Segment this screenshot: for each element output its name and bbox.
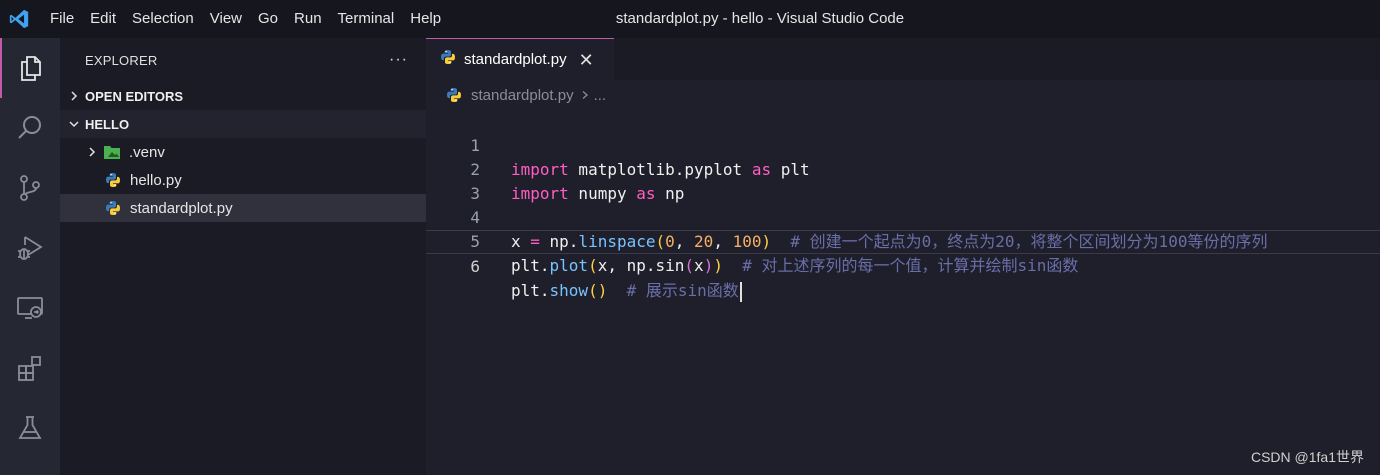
- code-line: 2 import numpy as np: [426, 134, 1380, 203]
- tab-bar: standardplot.py ✕: [426, 38, 1380, 80]
- menu-edit[interactable]: Edit: [82, 0, 124, 38]
- vscode-logo-icon: [0, 0, 38, 38]
- explorer-title: EXPLORER: [85, 52, 158, 68]
- close-icon[interactable]: ✕: [579, 51, 594, 69]
- code-line: 1 import matplotlib.pyplot as plt: [426, 110, 1380, 179]
- editor-area: standardplot.py ✕ standardplot.py ... 1 …: [426, 38, 1380, 475]
- section-open-editors[interactable]: OPEN EDITORS: [60, 82, 426, 110]
- tree-item-label: .venv: [129, 143, 165, 161]
- code-line: 3: [426, 158, 1380, 203]
- python-icon: [446, 87, 462, 103]
- python-icon: [104, 171, 122, 189]
- text-cursor: [739, 281, 742, 302]
- watermark: CSDN @1fa1世界: [1250, 449, 1364, 465]
- menu-terminal[interactable]: Terminal: [330, 0, 403, 38]
- menu-view[interactable]: View: [202, 0, 250, 38]
- code-line-current: 6 plt.show() # 展示sin函数: [426, 230, 1380, 302]
- menu-run[interactable]: Run: [286, 0, 330, 38]
- tree-item-standardplot-py[interactable]: standardplot.py: [60, 194, 426, 222]
- menu-help[interactable]: Help: [402, 0, 449, 38]
- run-debug-icon[interactable]: [0, 218, 60, 278]
- more-actions-icon[interactable]: ···: [389, 51, 408, 69]
- section-folder-hello[interactable]: HELLO: [60, 110, 426, 138]
- tree-item-label: standardplot.py: [130, 199, 233, 217]
- breadcrumb: standardplot.py ...: [426, 80, 1380, 110]
- search-icon[interactable]: [0, 98, 60, 158]
- code-text: plt.plot(x, np.sin(x)) # 对上述序列的每一个值，计算并绘…: [511, 256, 1079, 275]
- line-number: 6: [470, 257, 480, 276]
- source-control-icon[interactable]: [0, 158, 60, 218]
- remote-explorer-icon[interactable]: [0, 278, 60, 338]
- code-editor[interactable]: 1 import matplotlib.pyplot as plt 2 impo…: [426, 110, 1380, 302]
- menu-selection[interactable]: Selection: [124, 0, 202, 38]
- tree-item-hello-py[interactable]: hello.py: [60, 166, 426, 194]
- tree-item-label: hello.py: [130, 171, 182, 189]
- code-line: 4 x = np.linspace(0, 20, 100) # 创建一个起点为0…: [426, 182, 1380, 251]
- menu-go[interactable]: Go: [250, 0, 286, 38]
- tab-label: standardplot.py: [464, 51, 567, 68]
- code-text: plt.show() # 展示sin函数: [511, 279, 742, 303]
- chevron-down-icon: [64, 114, 84, 134]
- menu-file[interactable]: File: [42, 0, 82, 38]
- folder-icon: [103, 143, 121, 161]
- breadcrumb-file[interactable]: standardplot.py: [471, 87, 574, 104]
- section-label: HELLO: [85, 116, 130, 132]
- title-bar: File Edit Selection View Go Run Terminal…: [0, 0, 1380, 38]
- code-line: 5 plt.plot(x, np.sin(x)) # 对上述序列的每一个值，计算…: [426, 206, 1380, 275]
- testing-icon[interactable]: [0, 398, 60, 458]
- explorer-icon[interactable]: [0, 38, 60, 98]
- tab-standardplot-py[interactable]: standardplot.py ✕: [426, 38, 614, 80]
- extensions-icon[interactable]: [0, 338, 60, 398]
- breadcrumb-more[interactable]: ...: [594, 87, 607, 104]
- python-icon: [104, 199, 122, 217]
- chevron-right-icon: [82, 142, 102, 162]
- activity-bar: [0, 38, 60, 475]
- chevron-right-icon: [580, 87, 590, 103]
- tree-item-venv[interactable]: .venv: [60, 138, 426, 166]
- python-icon: [440, 49, 456, 70]
- chevron-right-icon: [64, 86, 84, 106]
- explorer-header: EXPLORER ···: [60, 38, 426, 82]
- section-label: OPEN EDITORS: [85, 88, 184, 104]
- menu-bar: File Edit Selection View Go Run Terminal…: [42, 0, 449, 38]
- explorer-sidebar: EXPLORER ··· OPEN EDITORS HELLO .venv he…: [60, 38, 426, 475]
